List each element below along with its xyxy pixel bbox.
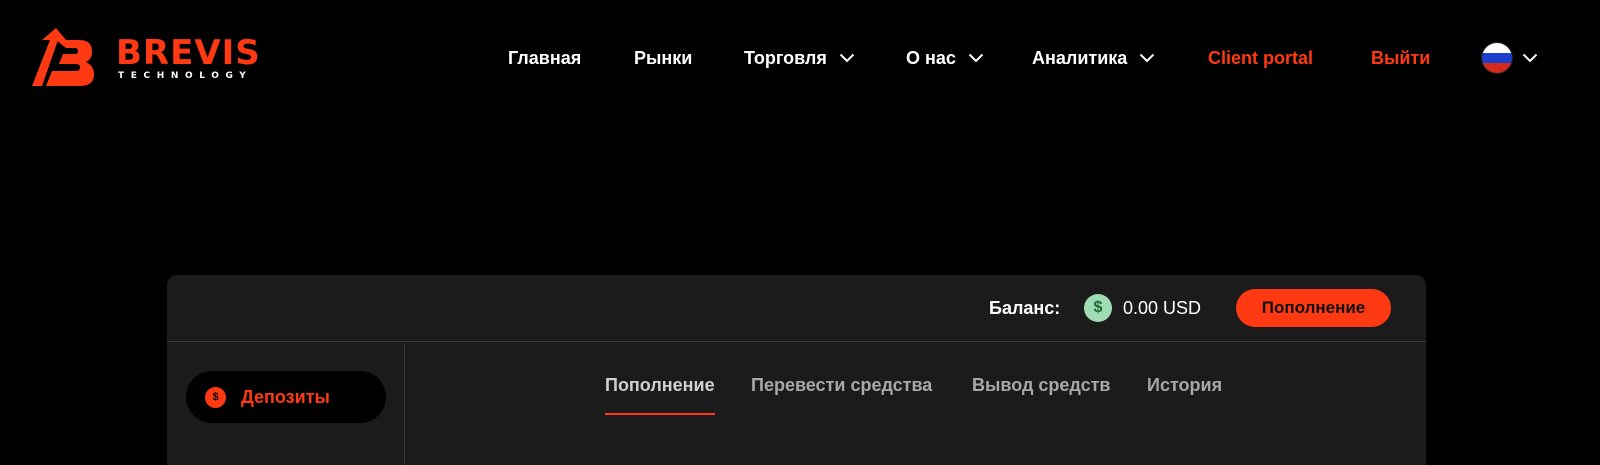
tab-withdraw[interactable]: Вывод средств [972, 375, 1110, 415]
main-nav: Главная Рынки Торговля О нас Аналитика C… [0, 42, 1600, 74]
chevron-down-icon [839, 53, 855, 63]
nav-item-analytics[interactable]: Аналитика [1032, 42, 1155, 74]
site-header: BREVIS TECHNOLOGY Главная Рынки Торговля… [0, 0, 1600, 116]
nav-item-label: Выйти [1371, 47, 1431, 68]
nav-item-label: О нас [906, 47, 956, 68]
tab-history[interactable]: История [1147, 375, 1222, 415]
tab-transfer[interactable]: Перевести средства [751, 375, 932, 415]
tab-label: Пополнение [605, 375, 715, 395]
language-switcher[interactable] [1482, 42, 1538, 74]
nav-item-about[interactable]: О нас [906, 42, 984, 74]
chevron-down-icon [1140, 53, 1155, 63]
nav-item-logout[interactable]: Выйти [1371, 42, 1430, 74]
nav-item-label: Торговля [744, 47, 827, 68]
nav-item-markets[interactable]: Рынки [634, 42, 692, 74]
balance-label: Баланс: [989, 298, 1061, 318]
tab-topup[interactable]: Пополнение [605, 375, 715, 415]
dollar-coin-icon: $ [1084, 294, 1112, 322]
sidebar-item-deposits[interactable]: $ Депозиты [186, 371, 386, 423]
topup-button[interactable]: Пополнение [1236, 289, 1391, 327]
sidebar: $ Депозиты [167, 343, 405, 465]
balance-value: 0.00 USD [1123, 298, 1202, 318]
russia-flag-icon [1482, 43, 1512, 73]
account-panel: Баланс: $ 0.00 USD Пополнение $ Депозиты… [167, 275, 1426, 465]
nav-item-trading[interactable]: Торговля [744, 42, 855, 74]
nav-item-label: Client portal [1208, 47, 1314, 68]
tab-active-underline [605, 413, 715, 415]
chevron-down-icon [968, 53, 984, 63]
nav-item-home[interactable]: Главная [508, 42, 581, 74]
chevron-down-icon [1522, 53, 1538, 63]
nav-item-client-portal[interactable]: Client portal [1208, 42, 1313, 74]
dollar-circle-icon: $ [205, 386, 226, 408]
tab-label: Перевести средства [751, 375, 933, 395]
nav-item-label: Главная [508, 47, 582, 68]
tab-label: История [1147, 375, 1223, 395]
tab-label: Вывод средств [972, 375, 1111, 395]
nav-item-label: Аналитика [1032, 47, 1128, 68]
balance-bar: Баланс: $ 0.00 USD Пополнение [167, 275, 1426, 342]
nav-item-label: Рынки [634, 47, 693, 68]
sidebar-item-label: Депозиты [241, 386, 330, 407]
